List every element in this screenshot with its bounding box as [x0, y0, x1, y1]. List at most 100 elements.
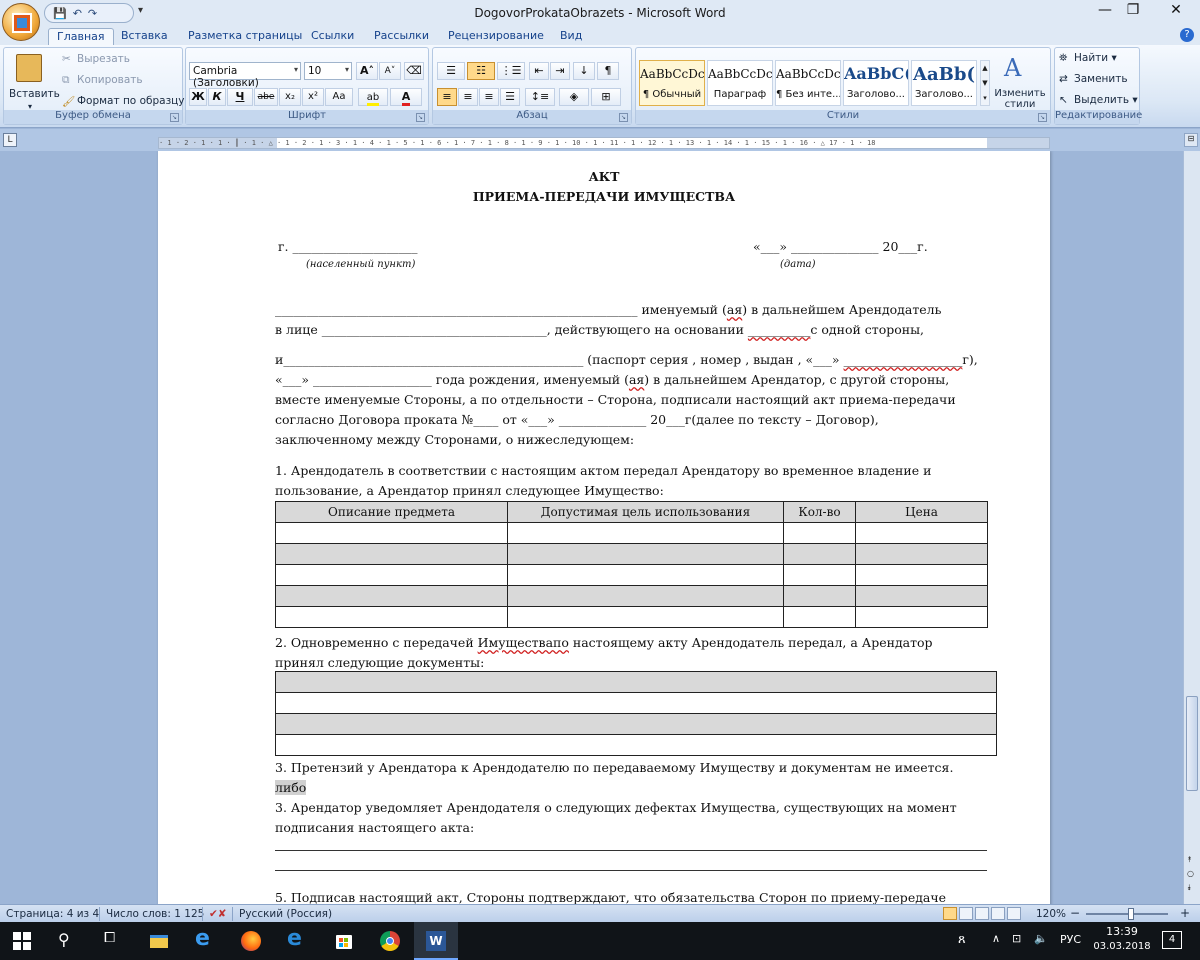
find-button[interactable]: ⛯ Найти ▾	[1059, 52, 1117, 64]
horizontal-ruler[interactable]: · 1 · 2 · 1 · 1 · ┃ · 1 · △ · 1 · 2 · 1 …	[158, 137, 1050, 149]
subscript-button[interactable]: x₂	[279, 88, 301, 106]
view-ruler-icon[interactable]: ⊟	[1184, 133, 1198, 147]
style-normal[interactable]: AaBbCcDc ¶ Обычный	[639, 60, 705, 106]
font-color-button[interactable]: A	[390, 88, 422, 106]
tab-home[interactable]: Главная	[48, 28, 114, 45]
italic-button[interactable]: К	[208, 88, 226, 106]
table-cell[interactable]	[275, 585, 508, 607]
shading-button[interactable]: ◈	[559, 88, 589, 106]
user-icon[interactable]: ጸ	[958, 932, 966, 947]
table-cell[interactable]	[783, 606, 856, 628]
font-launcher-icon[interactable]: ↘	[416, 113, 425, 122]
cut-button[interactable]: ✂ Вырезать	[62, 53, 130, 65]
table-row[interactable]	[275, 585, 988, 607]
shrink-font-button[interactable]: A˅	[379, 62, 401, 80]
notifications-icon[interactable]: 4	[1162, 931, 1182, 949]
file-explorer-icon[interactable]	[148, 930, 170, 952]
style-paragraph[interactable]: AaBbCcDc Параграф	[707, 60, 773, 106]
internet-explorer-icon[interactable]: e	[287, 926, 309, 951]
bullets-button[interactable]: ☰	[437, 62, 465, 80]
underline-button[interactable]: Ч	[227, 88, 253, 106]
highlight-button[interactable]: ab	[358, 88, 388, 106]
full-screen-reading-icon[interactable]	[959, 907, 973, 920]
copy-button[interactable]: ⧉ Копировать	[62, 74, 143, 86]
table-cell[interactable]	[275, 543, 508, 565]
sort-button[interactable]: ↓	[573, 62, 595, 80]
documents-table[interactable]	[275, 671, 997, 756]
scrollbar-thumb[interactable]	[1186, 696, 1198, 791]
table-row[interactable]	[275, 734, 997, 756]
table-row[interactable]	[275, 671, 997, 693]
firefox-icon[interactable]	[240, 930, 262, 952]
font-size-combo[interactable]: 10 ▾	[304, 62, 352, 80]
network-icon[interactable]: ⊡	[1012, 932, 1021, 945]
table-cell[interactable]	[507, 543, 784, 565]
show-marks-button[interactable]: ¶	[597, 62, 619, 80]
restore-button[interactable]: ❐	[1113, 2, 1153, 22]
font-name-combo[interactable]: Cambria (Заголовки) ▾	[189, 62, 301, 89]
styles-launcher-icon[interactable]: ↘	[1038, 113, 1047, 122]
web-layout-icon[interactable]	[975, 907, 989, 920]
align-left-button[interactable]: ≡	[437, 88, 457, 106]
table-cell[interactable]	[275, 606, 508, 628]
page-count[interactable]: Страница: 4 из 4	[6, 908, 99, 920]
tab-review[interactable]: Рецензирование	[440, 28, 552, 45]
bold-button[interactable]: Ж	[189, 88, 207, 106]
zoom-out-button[interactable]: −	[1070, 906, 1080, 920]
replace-button[interactable]: ⇄ Заменить	[1059, 73, 1128, 85]
change-styles-button[interactable]: Изменить стили	[994, 88, 1046, 110]
change-case-button[interactable]: Aa	[325, 88, 353, 106]
search-icon[interactable]: ⚲	[58, 930, 80, 952]
print-layout-view-icon[interactable]	[943, 907, 957, 920]
paragraph-launcher-icon[interactable]: ↘	[619, 113, 628, 122]
zoom-slider[interactable]	[1086, 913, 1168, 915]
paste-icon[interactable]	[16, 54, 42, 82]
table-cell[interactable]	[783, 585, 856, 607]
draft-view-icon[interactable]	[1007, 907, 1021, 920]
table-cell[interactable]	[783, 564, 856, 586]
zoom-in-button[interactable]: +	[1180, 906, 1190, 920]
borders-button[interactable]: ⊞	[591, 88, 621, 106]
table-row[interactable]	[275, 606, 988, 628]
format-painter-button[interactable]: 🖌 Формат по образцу	[62, 95, 185, 108]
table-row[interactable]	[275, 713, 997, 735]
task-view-icon[interactable]: ⧠	[104, 930, 126, 952]
style-no-spacing[interactable]: AaBbCcDc ¶ Без инте...	[775, 60, 841, 106]
clock-date[interactable]: 03.03.2018	[1090, 941, 1154, 952]
table-cell[interactable]	[275, 713, 997, 735]
grow-font-button[interactable]: A˄	[356, 62, 378, 80]
tab-references[interactable]: Ссылки	[303, 28, 362, 45]
document-page[interactable]: АКТ ПРИЕМА-ПЕРЕДАЧИ ИМУЩЕСТВА г. _______…	[158, 151, 1050, 904]
table-row[interactable]	[275, 543, 988, 565]
word-count[interactable]: Число слов: 1 125	[106, 908, 204, 920]
spelling-check-icon[interactable]: ✔✘	[209, 908, 227, 920]
vertical-scrollbar[interactable]: ⯭ ○ ⯯	[1183, 151, 1200, 904]
table-cell[interactable]	[275, 522, 508, 544]
table-cell[interactable]	[275, 734, 997, 756]
language-indicator[interactable]: Русский (Россия)	[239, 908, 332, 920]
volume-icon[interactable]: 🔈	[1034, 932, 1048, 945]
table-row[interactable]	[275, 522, 988, 544]
align-center-button[interactable]: ≡	[458, 88, 478, 106]
superscript-button[interactable]: x²	[302, 88, 324, 106]
word-taskbar-button[interactable]: W	[414, 922, 458, 960]
paste-button[interactable]: Вставить	[9, 88, 60, 100]
windows-start-icon[interactable]	[13, 932, 31, 950]
table-cell[interactable]	[275, 564, 508, 586]
outline-view-icon[interactable]	[991, 907, 1005, 920]
strikethrough-button[interactable]: abe	[254, 88, 278, 106]
table-cell[interactable]	[507, 606, 784, 628]
clock-time[interactable]: 13:39	[1097, 925, 1147, 938]
store-icon[interactable]	[333, 930, 355, 952]
table-cell[interactable]	[275, 671, 997, 693]
close-button[interactable]: ✕	[1156, 2, 1196, 22]
table-cell[interactable]	[507, 564, 784, 586]
table-row[interactable]	[275, 692, 997, 714]
previous-page-icon[interactable]: ⯭	[1187, 855, 1192, 865]
tab-page-layout[interactable]: Разметка страницы	[180, 28, 310, 45]
chevron-up-icon[interactable]: ∧	[992, 932, 1000, 945]
office-button[interactable]	[2, 3, 40, 41]
table-cell[interactable]	[507, 585, 784, 607]
clipboard-launcher-icon[interactable]: ↘	[170, 113, 179, 122]
clear-format-button[interactable]: ⌫	[404, 62, 424, 80]
